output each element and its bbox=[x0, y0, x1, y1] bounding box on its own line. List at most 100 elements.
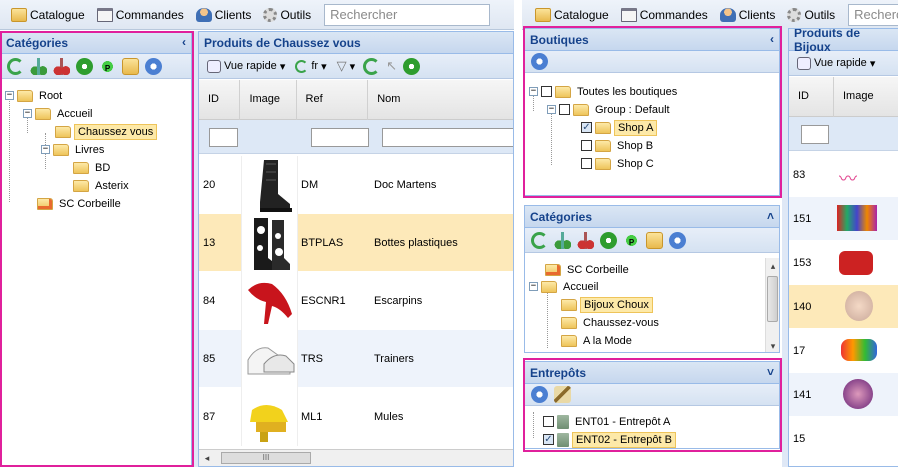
grid-filter-row-right bbox=[789, 117, 898, 151]
menu-catalogue[interactable]: Catalogue bbox=[6, 4, 90, 26]
search-input-right[interactable]: Recherc bbox=[848, 3, 898, 26]
cell-id: 84 bbox=[203, 294, 216, 307]
filter-id-input[interactable] bbox=[801, 125, 829, 144]
table-row[interactable]: 141 bbox=[789, 373, 898, 417]
tree-node-a-la-mode[interactable]: A la Mode bbox=[561, 332, 635, 349]
horizontal-scrollbar[interactable]: ◂ III bbox=[199, 449, 513, 466]
menu-clients[interactable]: Clients bbox=[191, 4, 257, 26]
grid-header-right: ID Image bbox=[789, 77, 898, 117]
table-row[interactable]: 84 ESCNR1 Escarpins bbox=[199, 271, 513, 330]
column-header-nom[interactable]: Nom bbox=[368, 80, 513, 120]
refresh-icon[interactable] bbox=[531, 231, 548, 249]
table-row[interactable]: 83 〰 bbox=[789, 153, 898, 197]
menu-catalogue-right[interactable]: Catalogue bbox=[530, 4, 614, 26]
cell-id: 151 bbox=[793, 212, 812, 225]
cell-id: 141 bbox=[793, 388, 812, 401]
tree-node-chaussez-vous[interactable]: Chaussez-vous bbox=[561, 314, 662, 331]
tree-node-bijoux[interactable]: Bijoux Choux bbox=[561, 296, 653, 313]
product-thumb bbox=[845, 291, 873, 321]
cell-nom: Trainers bbox=[374, 352, 414, 365]
cell-nom: Escarpins bbox=[374, 294, 423, 307]
search-input[interactable]: Rechercher bbox=[324, 3, 491, 26]
catalogue-icon bbox=[11, 7, 27, 22]
cell-ref: DM bbox=[301, 178, 319, 191]
grid-icon bbox=[797, 56, 811, 70]
products-panel-right-title: Produits de Bijoux bbox=[794, 28, 861, 54]
table-row[interactable]: 153 bbox=[789, 241, 898, 285]
add-product-icon[interactable] bbox=[403, 57, 421, 75]
table-row[interactable]: 20 DM Doc Martens bbox=[199, 155, 513, 214]
scroll-down-icon[interactable]: ▾ bbox=[765, 338, 779, 352]
cursor-icon[interactable]: ↖ bbox=[386, 58, 397, 74]
menu-outils[interactable]: Outils bbox=[258, 4, 316, 26]
menu-outils-label: Outils bbox=[280, 7, 312, 22]
table-row[interactable]: 87 ML1 Mules bbox=[199, 387, 513, 446]
refresh-icon[interactable] bbox=[363, 57, 381, 75]
cell-id: 13 bbox=[203, 236, 216, 249]
cell-ref: BTPLAS bbox=[301, 236, 344, 249]
table-row[interactable]: 140 bbox=[789, 285, 898, 329]
product-image bbox=[241, 387, 298, 446]
vue-rapide-dropdown[interactable]: Vue rapide ▾ bbox=[795, 52, 877, 74]
tree-node-label: Bijoux Choux bbox=[580, 296, 653, 313]
product-image bbox=[241, 329, 298, 388]
folder-icon bbox=[541, 280, 557, 293]
tree-node-corbeille[interactable]: SC Corbeille bbox=[545, 261, 632, 278]
products-panel-header: Produits de Chaussez vous bbox=[199, 32, 513, 54]
scroll-left-icon[interactable]: ◂ bbox=[199, 450, 215, 466]
categories-vertical-scrollbar[interactable]: ▴ ▾ bbox=[765, 258, 779, 352]
menu-commandes[interactable]: Commandes bbox=[92, 4, 189, 26]
column-header-id[interactable]: ID bbox=[789, 77, 834, 117]
collapse-tree-icon[interactable] bbox=[577, 231, 594, 249]
menu-clients-right[interactable]: Clients bbox=[715, 4, 781, 26]
column-header-image[interactable]: Image bbox=[834, 77, 898, 117]
highlight-categories bbox=[0, 31, 194, 467]
table-row[interactable]: 151 bbox=[789, 197, 898, 241]
product-thumb bbox=[843, 379, 873, 409]
add-category-icon[interactable] bbox=[600, 231, 617, 249]
menu-catalogue-label: Catalogue bbox=[554, 7, 609, 22]
cell-ref: ESCNR1 bbox=[301, 294, 346, 307]
scroll-thumb[interactable]: III bbox=[221, 452, 311, 464]
products-panel-title: Produits de Chaussez vous bbox=[204, 35, 361, 50]
menu-outils-right[interactable]: Outils bbox=[782, 4, 840, 26]
user-icon bbox=[719, 7, 736, 22]
table-row[interactable]: 13 BTPLAS Bottes plastiques bbox=[199, 213, 513, 272]
filter-ref-input[interactable] bbox=[311, 128, 369, 147]
tree-node-accueil[interactable]: − Accueil bbox=[529, 278, 601, 295]
filter-nom-input[interactable] bbox=[382, 128, 513, 147]
column-header-ref[interactable]: Ref bbox=[297, 80, 369, 120]
table-row[interactable]: 85 TRS Trainers bbox=[199, 329, 513, 388]
vue-rapide-dropdown[interactable]: Vue rapide ▾ bbox=[205, 55, 287, 77]
table-row[interactable]: 17 bbox=[789, 329, 898, 373]
column-header-image[interactable]: Image bbox=[240, 80, 297, 120]
collapse-up-icon[interactable]: ˄ bbox=[767, 209, 774, 223]
menu-commandes-label: Commandes bbox=[115, 7, 184, 22]
column-header-id[interactable]: ID bbox=[199, 80, 241, 120]
folder-icon[interactable] bbox=[646, 231, 663, 249]
cell-id: 15 bbox=[793, 432, 806, 445]
categories-panel-right-header: Catégories ˄ bbox=[525, 206, 779, 228]
menu-clients-label: Clients bbox=[214, 7, 252, 22]
menu-commandes-right[interactable]: Commandes bbox=[616, 4, 713, 26]
scroll-thumb[interactable] bbox=[767, 276, 778, 322]
help-icon[interactable] bbox=[669, 231, 686, 249]
table-row[interactable]: 15 bbox=[789, 417, 898, 461]
vue-rapide-label: Vue rapide bbox=[814, 57, 867, 69]
vue-rapide-label: Vue rapide bbox=[224, 60, 277, 72]
cell-id: 87 bbox=[203, 410, 216, 423]
products-panel-right-header: Produits de Bijoux bbox=[789, 28, 898, 54]
gear-icon bbox=[787, 7, 802, 22]
catalogue-icon bbox=[535, 7, 551, 22]
filter-dropdown[interactable]: ▽ ▾ bbox=[335, 55, 358, 77]
scroll-up-icon[interactable]: ▴ bbox=[765, 258, 779, 274]
add-category-p-icon[interactable]: P bbox=[623, 231, 640, 249]
collapse-toggle-icon[interactable]: − bbox=[529, 282, 538, 291]
tree-node-label: Chaussez-vous bbox=[583, 316, 659, 329]
filter-id-input[interactable] bbox=[209, 128, 238, 147]
language-dropdown[interactable]: fr ▾ bbox=[293, 55, 328, 77]
grid-icon bbox=[207, 59, 221, 73]
cell-id: 83 bbox=[793, 168, 806, 181]
expand-tree-icon[interactable] bbox=[554, 231, 571, 249]
language-icon bbox=[295, 59, 309, 73]
